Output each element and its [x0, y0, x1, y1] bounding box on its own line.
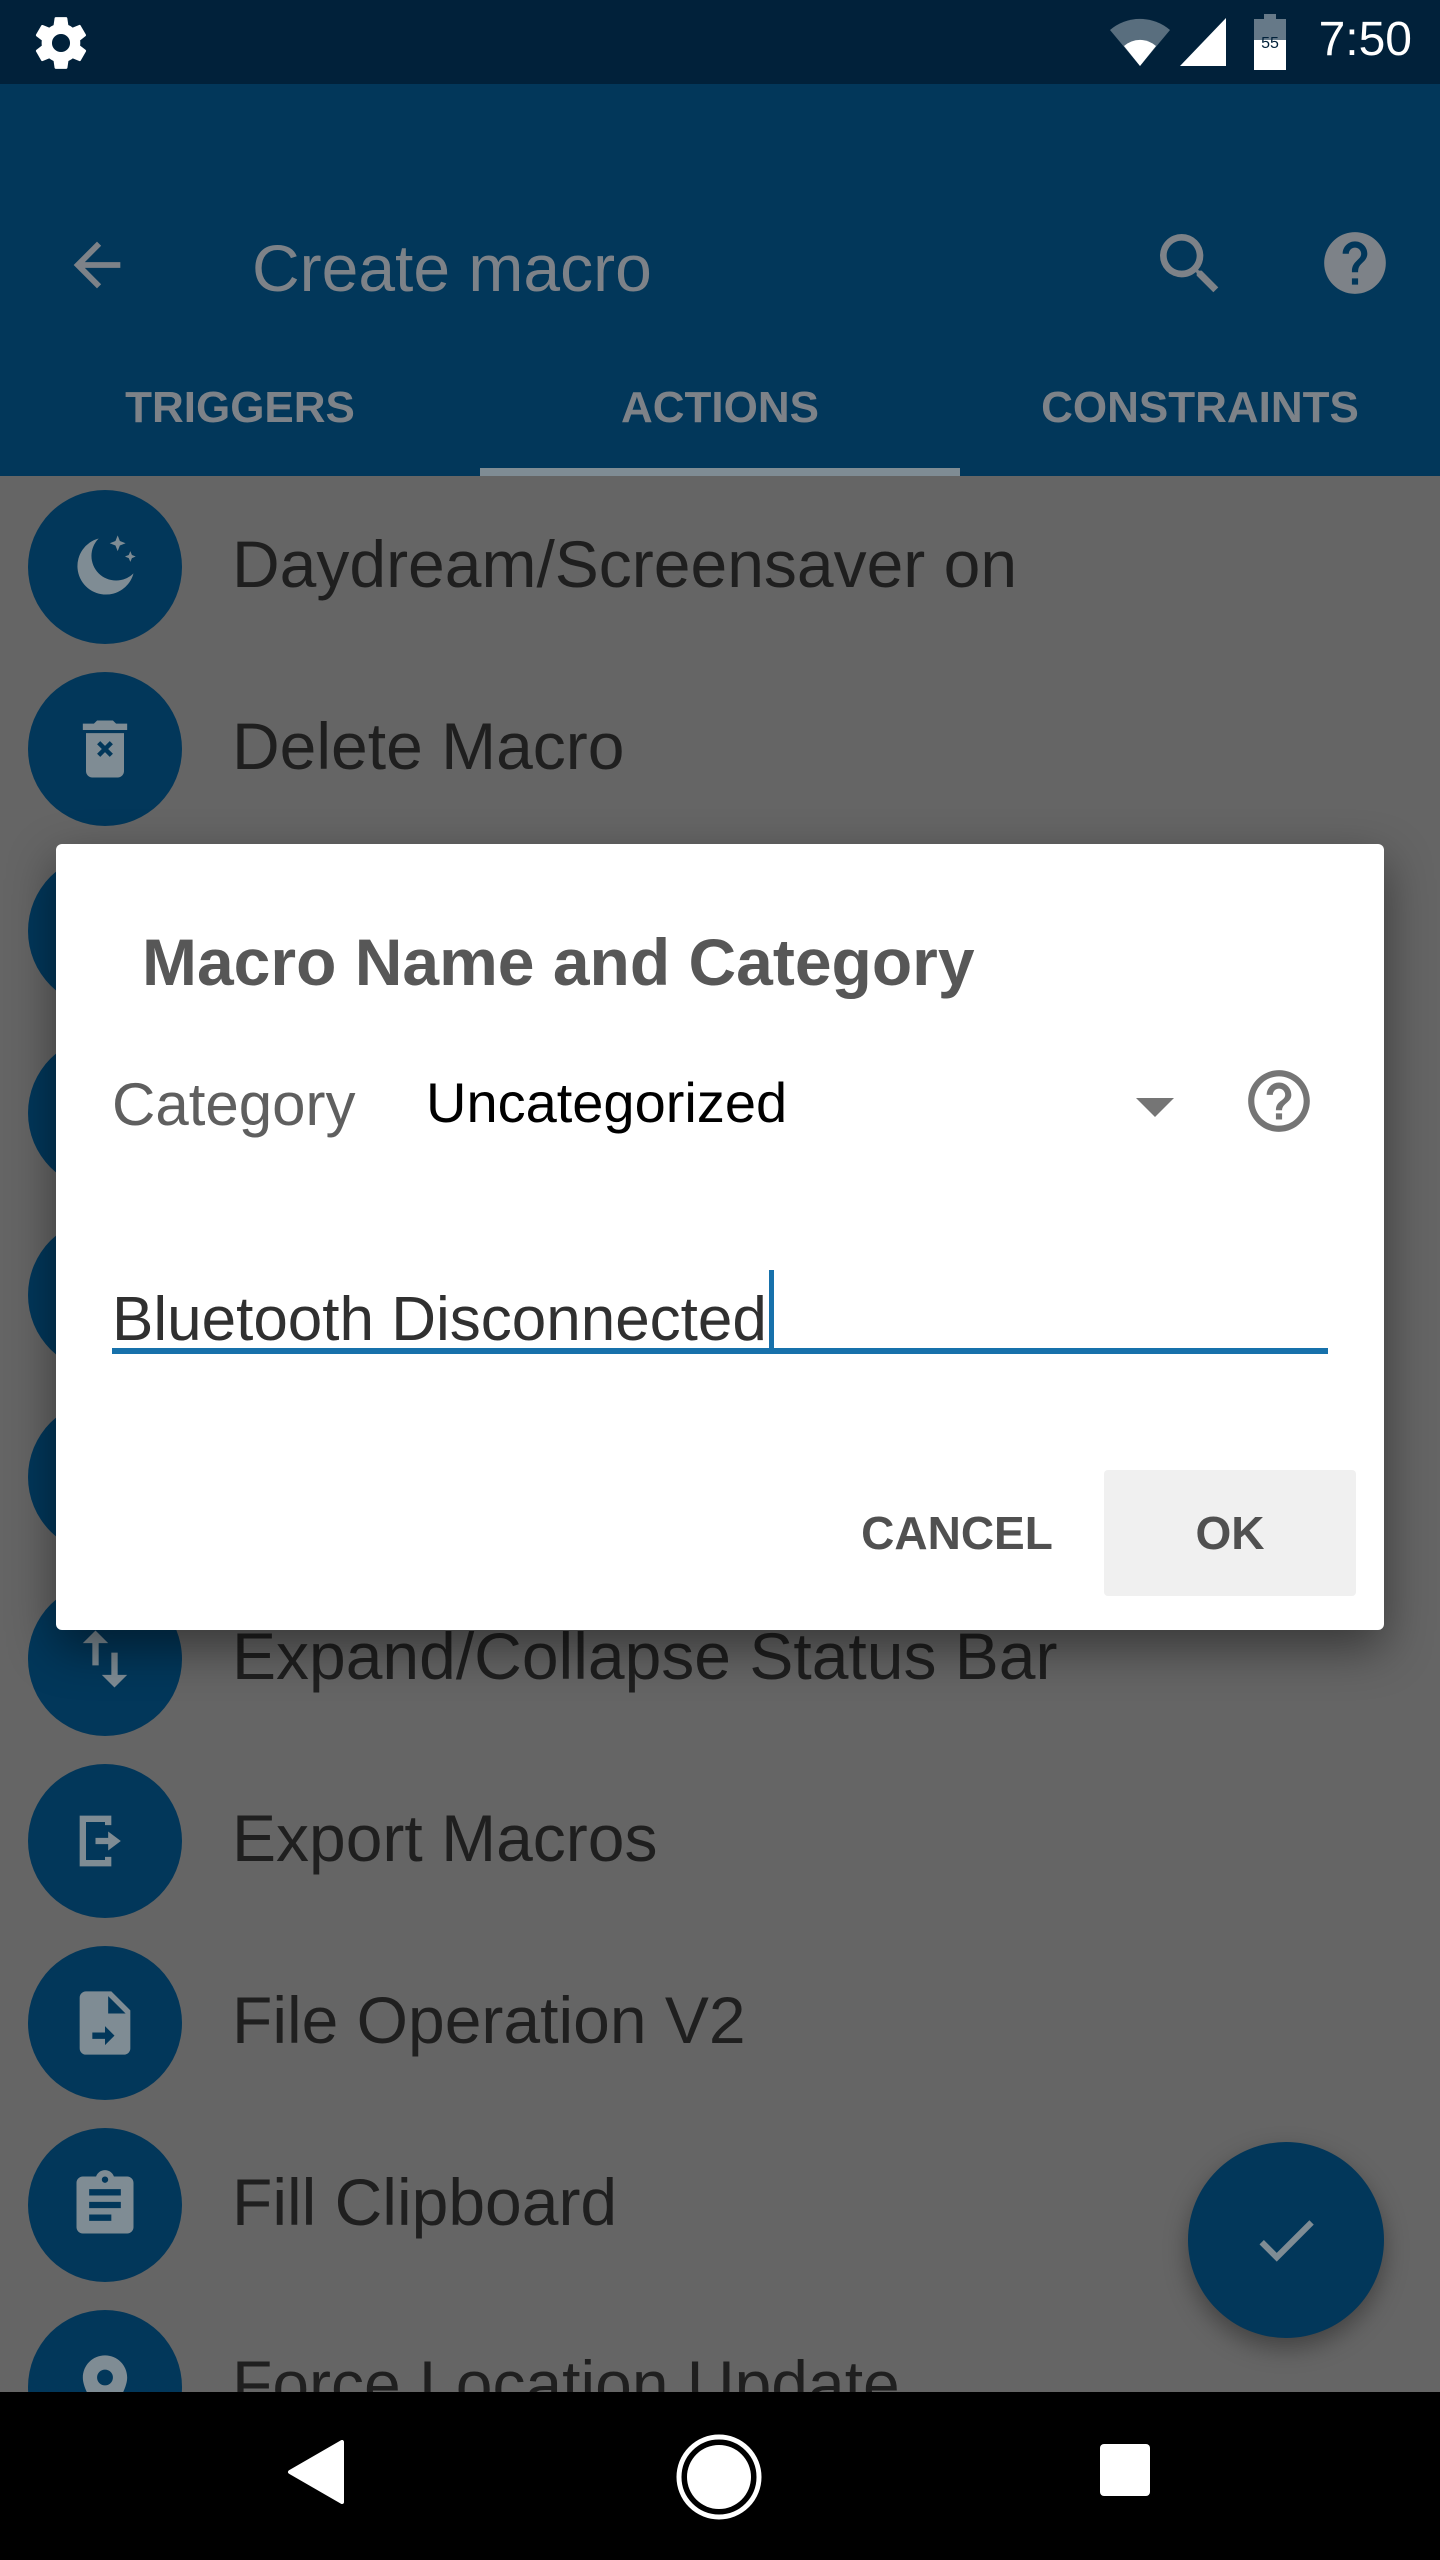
list-item-icon-bg: [28, 1946, 182, 2100]
list-item-label: Daydream/Screensaver on: [232, 527, 1018, 601]
list-item-icon-bg: [28, 2128, 182, 2282]
ok-button[interactable]: OK: [1104, 1470, 1356, 1596]
help-icon[interactable]: [1318, 226, 1392, 300]
page-title: Create macro: [252, 231, 652, 305]
app-bar: Create macro TRIGGERS ACTIONS CONSTRAINT…: [0, 84, 1440, 476]
list-item-label: Fill Clipboard: [232, 2165, 618, 2239]
tab-constraints[interactable]: CONSTRAINTS: [960, 340, 1440, 476]
category-dropdown[interactable]: Uncategorized: [426, 1054, 1186, 1154]
macro-name-value: Bluetooth Disconnected: [112, 1285, 767, 1354]
tab-bar: TRIGGERS ACTIONS CONSTRAINTS: [0, 340, 1440, 476]
list-item[interactable]: Daydream/Screensaver on: [0, 476, 1440, 658]
clipboard-icon: [76, 2170, 134, 2234]
list-item[interactable]: File Operation V2: [0, 1932, 1440, 2114]
nav-recents-icon[interactable]: [1098, 2442, 1152, 2498]
back-arrow-icon[interactable]: [62, 230, 132, 300]
wifi-icon: [1110, 18, 1170, 66]
nav-home-icon[interactable]: [676, 2434, 762, 2520]
macro-name-dialog: Macro Name and Category Category Uncateg…: [56, 844, 1384, 1630]
expand-collapse-icon: [82, 1630, 128, 1688]
category-value: Uncategorized: [426, 1071, 788, 1134]
checkmark-icon: [1259, 2220, 1314, 2262]
category-label: Category: [112, 1071, 356, 1138]
moon-stars-icon: [77, 535, 136, 595]
export-icon: [79, 1815, 121, 1867]
list-item-label: Export Macros: [232, 1801, 658, 1875]
list-item[interactable]: Delete Macro: [0, 658, 1440, 840]
cancel-button[interactable]: CANCEL: [832, 1470, 1082, 1596]
battery-icon: 55: [1254, 14, 1286, 70]
text-cursor: [768, 1270, 774, 1354]
macro-name-input[interactable]: Bluetooth Disconnected: [112, 1250, 1328, 1354]
battery-level: 55: [1261, 35, 1279, 52]
list-item-label: Delete Macro: [232, 709, 625, 783]
cell-signal-icon: [1180, 18, 1226, 66]
status-bar: 55 7:50: [0, 0, 1440, 84]
confirm-fab[interactable]: [1188, 2142, 1384, 2338]
file-operation-icon: [79, 1991, 131, 2055]
tab-triggers[interactable]: TRIGGERS: [0, 340, 480, 476]
gear-icon: [35, 17, 87, 69]
nav-back-icon[interactable]: [286, 2440, 346, 2504]
list-item-icon-bg: [28, 1764, 182, 1918]
help-circle-icon[interactable]: [1242, 1064, 1316, 1138]
dialog-title: Macro Name and Category: [142, 925, 975, 999]
dropdown-caret-icon: [1136, 1098, 1174, 1117]
navigation-bar: [0, 2392, 1440, 2560]
location-pin-icon: [82, 2355, 128, 2392]
list-item-label: Force Location Update: [232, 2347, 900, 2392]
list-item-icon-bg: [28, 672, 182, 826]
list-item[interactable]: Export Macros: [0, 1750, 1440, 1932]
list-item-icon-bg: [28, 2310, 182, 2392]
list-item-icon-bg: [28, 490, 182, 644]
search-icon[interactable]: [1150, 224, 1230, 304]
tab-actions[interactable]: ACTIONS: [480, 340, 960, 476]
trash-icon: [82, 720, 128, 778]
clock: 7:50: [1318, 13, 1412, 66]
list-item-label: File Operation V2: [232, 1983, 746, 2057]
